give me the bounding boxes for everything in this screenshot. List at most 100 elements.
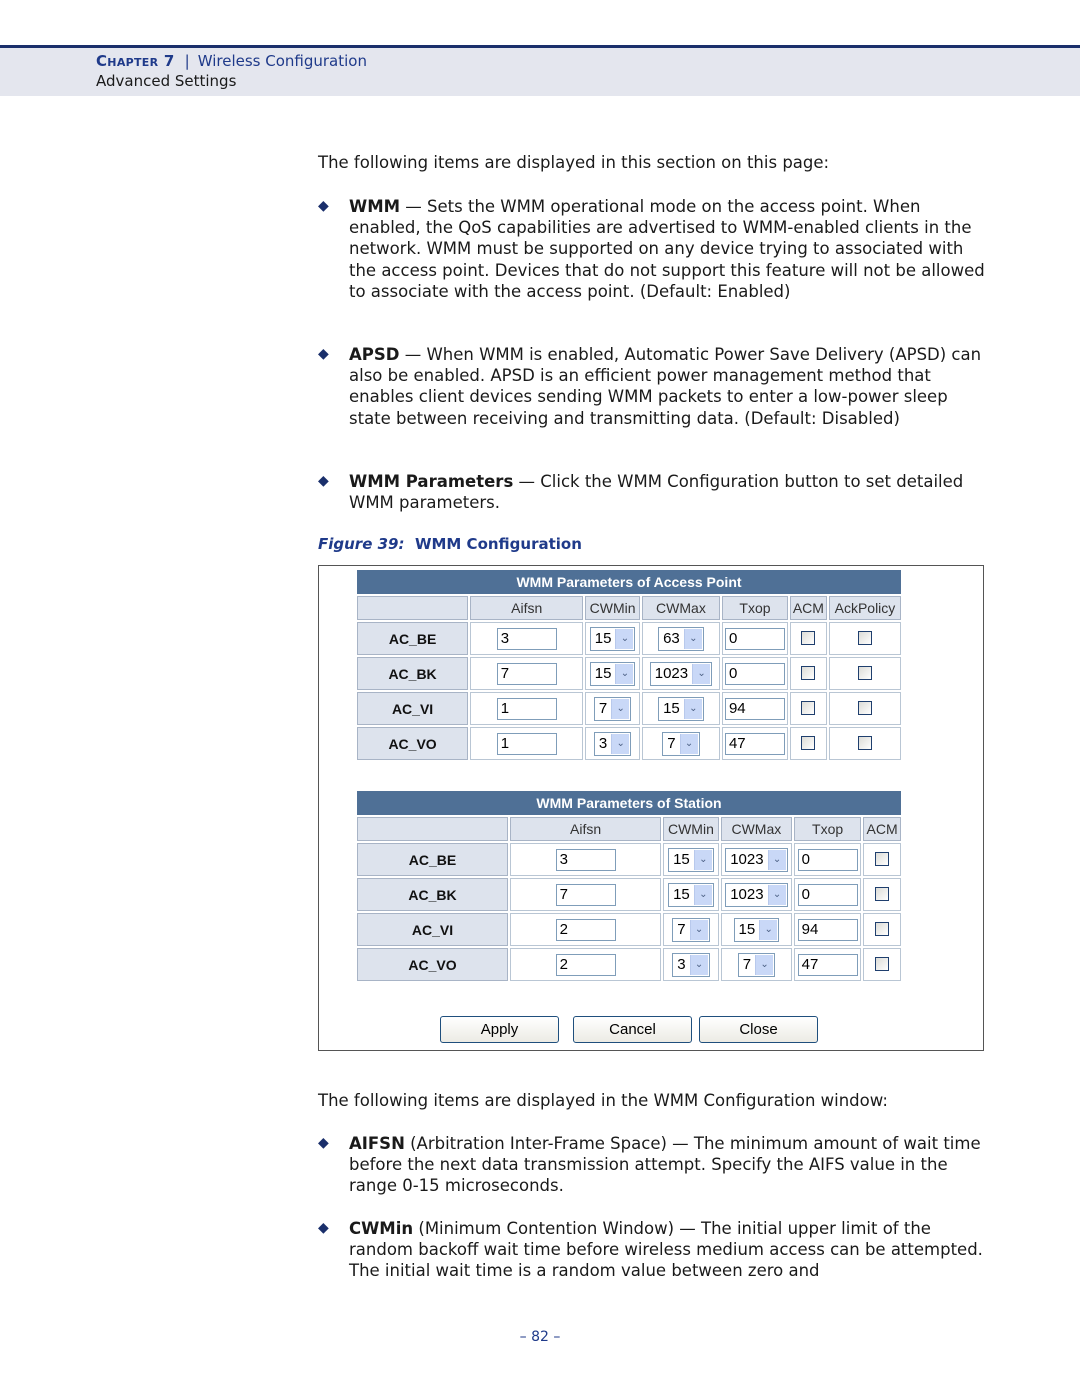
chevron-down-icon[interactable]: ⌄ [679,733,698,754]
station-table-title: WMM Parameters of Station [357,791,901,815]
chevron-down-icon[interactable]: ⌄ [767,849,786,870]
cancel-button[interactable]: Cancel [573,1016,692,1043]
ackpolicy-checkbox[interactable] [857,666,872,681]
selected-value: 63 [663,629,680,647]
row-label: AC_BK [357,878,509,911]
bullet-text: — When WMM is enabled, Automatic Power S… [349,345,982,428]
chevron-down-icon[interactable]: ⌄ [615,663,634,684]
table-row: AC_BE 3 15 ⌄ 63 ⌄ 0 [357,622,901,655]
table-row: AC_BK 7 15 ⌄ 1023 ⌄ 0 [357,878,901,911]
chevron-down-icon[interactable]: ⌄ [692,663,711,684]
row-label: AC_BE [357,843,509,876]
cwmin-select[interactable]: 7 ⌄ [593,696,632,721]
aifsn-input[interactable]: 2 [555,953,616,976]
aifsn-input[interactable]: 7 [555,883,616,906]
cwmin-select[interactable]: 15 ⌄ [589,626,636,651]
cwmax-select[interactable]: 15 ⌄ [658,696,704,721]
bullet-apsd: ◆ APSD — When WMM is enabled, Automatic … [318,344,988,429]
chevron-down-icon[interactable]: ⌄ [693,884,712,905]
figure-title: WMM Configuration [414,535,582,553]
chevron-down-icon[interactable]: ⌄ [683,698,702,719]
chevron-down-icon[interactable]: ⌄ [689,919,708,940]
txop-input[interactable]: 47 [797,953,858,976]
txop-input[interactable]: 94 [724,697,785,720]
acm-checkbox[interactable] [801,631,816,646]
bullet-term: CWMin [349,1219,414,1238]
cwmin-select[interactable]: 15 ⌄ [589,661,636,686]
section-title: Advanced Settings [96,72,237,90]
column-header-cwmax: CWMax [641,596,721,620]
cwmax-select[interactable]: 1023 ⌄ [725,882,788,907]
txop-input[interactable]: 0 [797,883,858,906]
page-number: – 82 – [519,1329,561,1345]
chevron-down-icon[interactable]: ⌄ [759,919,778,940]
header-separator: | [184,52,190,70]
cwmin-select[interactable]: 3 ⌄ [593,731,632,756]
aifsn-input[interactable]: 3 [555,848,616,871]
chevron-down-icon[interactable]: ⌄ [615,628,634,649]
chevron-down-icon[interactable]: ⌄ [767,884,786,905]
diamond-bullet-icon: ◆ [318,346,329,362]
aifsn-input[interactable]: 7 [496,662,557,685]
ackpolicy-checkbox[interactable] [857,631,872,646]
selected-value: 3 [677,955,686,973]
cwmax-select[interactable]: 7 ⌄ [662,731,700,756]
bullet-cwmin: ◆ CWMin (Minimum Contention Window) — Th… [318,1218,988,1282]
row-label: AC_VO [357,727,469,760]
cwmax-select[interactable]: 1023 ⌄ [725,847,788,872]
chevron-down-icon[interactable]: ⌄ [611,698,630,719]
selected-value: 15 [594,629,612,647]
cwmin-select[interactable]: 15 ⌄ [668,847,714,872]
cwmin-select[interactable]: 7 ⌄ [672,917,710,942]
txop-input[interactable]: 47 [724,732,785,755]
column-header-cwmin: CWMin [585,596,640,620]
table-row: AC_BE 3 15 ⌄ 1023 ⌄ 0 [357,843,901,876]
txop-input[interactable]: 0 [797,848,858,871]
ackpolicy-checkbox[interactable] [857,736,872,751]
bullet-aifsn: ◆ AIFSN (Arbitration Inter-Frame Space) … [318,1133,988,1197]
aifsn-input[interactable]: 1 [496,732,557,755]
chevron-down-icon[interactable]: ⌄ [611,733,630,754]
bullet-wmm-parameters: ◆ WMM Parameters — Click the WMM Configu… [318,471,988,513]
column-header [357,596,469,620]
txop-input[interactable]: 94 [797,918,858,941]
cwmax-select[interactable]: 1023 ⌄ [649,661,713,686]
column-header-acm: ACM [863,817,901,841]
figure-label: Figure 39: [318,535,405,553]
selected-value: 7 [742,955,752,973]
cwmax-select[interactable]: 15 ⌄ [733,917,780,942]
acm-checkbox[interactable] [801,701,816,716]
txop-input[interactable]: 0 [724,662,785,685]
chevron-down-icon[interactable]: ⌄ [689,954,708,975]
acm-checkbox[interactable] [875,922,890,937]
ap-parameters-table: WMM Parameters of Access Point Aifsn CWM… [355,568,903,762]
diamond-bullet-icon: ◆ [318,1220,329,1236]
column-header-txop: Txop [794,817,862,841]
chevron-down-icon[interactable]: ⌄ [693,849,712,870]
column-header [357,817,509,841]
acm-checkbox[interactable] [875,887,890,902]
aifsn-input[interactable]: 3 [496,627,557,650]
cwmin-select[interactable]: 3 ⌄ [672,952,710,977]
column-header-cwmin: CWMin [663,817,719,841]
cwmax-select[interactable]: 63 ⌄ [658,626,704,651]
txop-input[interactable]: 0 [724,627,785,650]
cwmin-select[interactable]: 15 ⌄ [668,882,714,907]
column-header-ackpolicy: AckPolicy [828,596,901,620]
acm-checkbox[interactable] [801,736,816,751]
ackpolicy-checkbox[interactable] [857,701,872,716]
row-label: AC_VO [357,948,509,981]
acm-checkbox[interactable] [875,957,890,972]
close-button[interactable]: Close [699,1016,818,1043]
apply-button[interactable]: Apply [440,1016,559,1043]
aifsn-input[interactable]: 1 [496,697,557,720]
bullet-text: (Minimum Contention Window) — The initia… [349,1219,983,1281]
acm-checkbox[interactable] [875,852,890,867]
aifsn-input[interactable]: 2 [555,918,616,941]
column-header-txop: Txop [722,596,788,620]
cwmax-select[interactable]: 7 ⌄ [737,952,776,977]
diamond-bullet-icon: ◆ [318,1135,329,1151]
chevron-down-icon[interactable]: ⌄ [683,628,702,649]
acm-checkbox[interactable] [801,666,816,681]
chevron-down-icon[interactable]: ⌄ [755,954,774,975]
